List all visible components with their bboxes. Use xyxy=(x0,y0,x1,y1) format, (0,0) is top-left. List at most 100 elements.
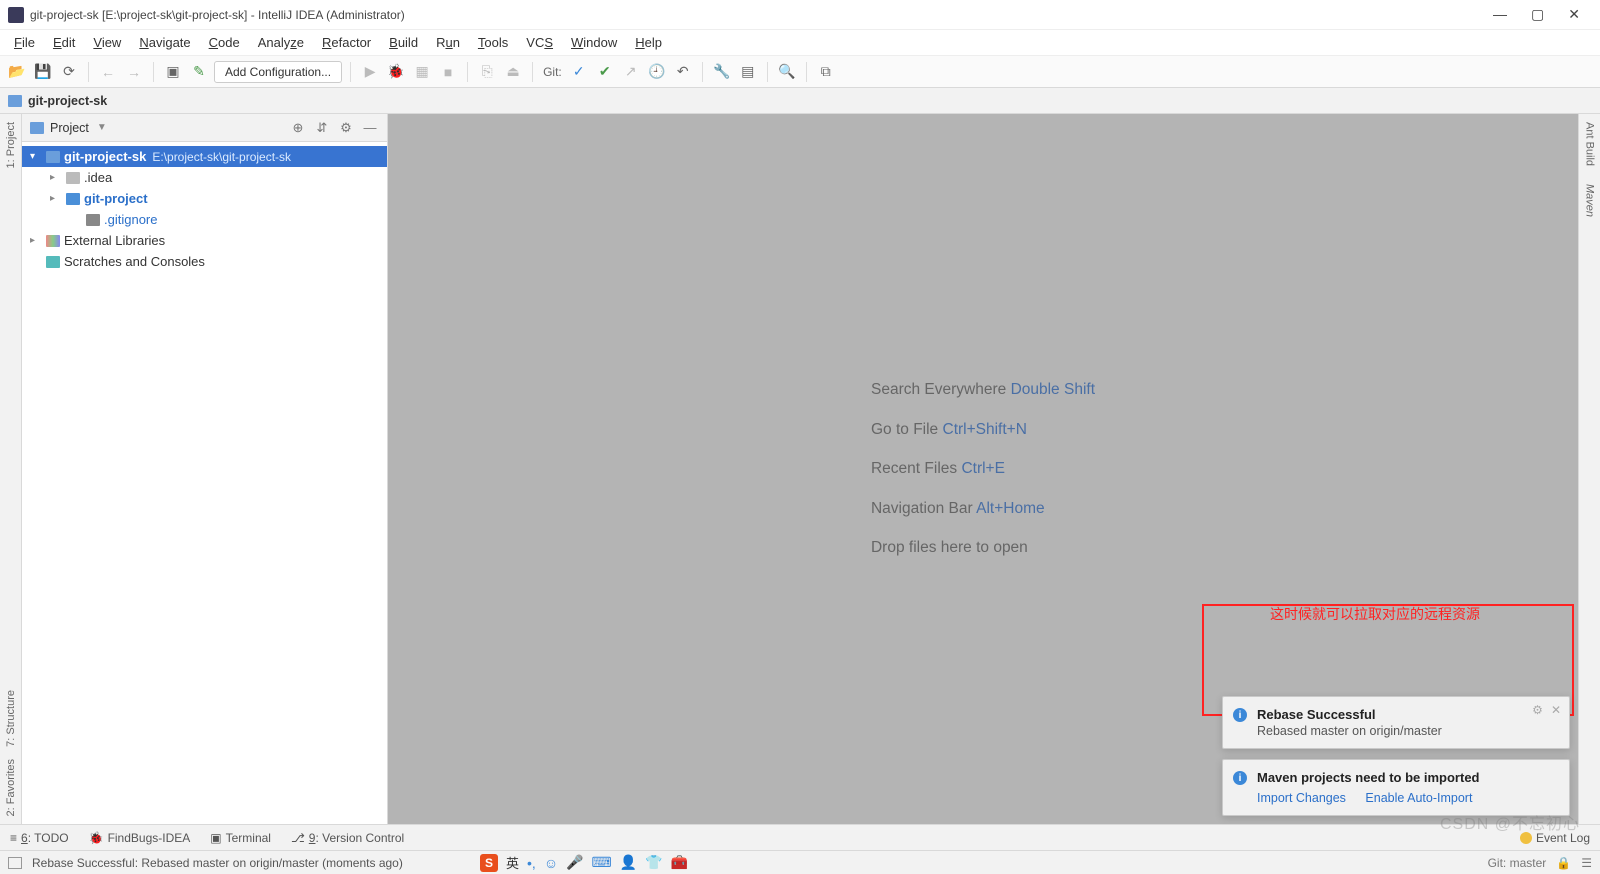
run-config-dropdown[interactable]: Add Configuration... xyxy=(214,61,342,83)
coverage-icon[interactable]: ▦ xyxy=(411,61,433,83)
folder-icon xyxy=(30,122,44,134)
tool-terminal-tab[interactable]: ▣ Terminal xyxy=(210,831,271,845)
tool-favorites-tab[interactable]: 2: Favorites xyxy=(5,759,17,816)
menu-run[interactable]: Run xyxy=(428,33,468,52)
project-structure-icon[interactable]: ▤ xyxy=(737,61,759,83)
menu-vcs[interactable]: VCS xyxy=(518,33,561,52)
chevron-right-icon[interactable]: ▸ xyxy=(30,235,42,246)
file-icon xyxy=(86,214,100,226)
menu-edit[interactable]: Edit xyxy=(45,33,83,52)
close-icon[interactable]: ✕ xyxy=(1551,703,1561,717)
ime-mic-icon[interactable]: 🎤 xyxy=(566,854,583,871)
ime-icon[interactable]: •, xyxy=(527,855,536,871)
status-icon[interactable] xyxy=(8,857,22,869)
tree-item-external-libraries[interactable]: ▸ External Libraries xyxy=(22,230,387,251)
notification-title: Maven projects need to be imported xyxy=(1257,770,1557,785)
event-log-tab[interactable]: Event Log xyxy=(1520,831,1590,845)
minimize-button[interactable]: — xyxy=(1493,6,1507,23)
folder-icon xyxy=(66,193,80,205)
tool-maven-tab[interactable]: Maven xyxy=(1584,184,1596,217)
tool-structure-tab[interactable]: 7: Structure xyxy=(5,690,17,747)
open-icon[interactable]: 📂 xyxy=(6,61,28,83)
editor-area[interactable]: Search Everywhere Double Shift Go to Fil… xyxy=(388,114,1578,824)
tree-root-name: git-project-sk xyxy=(64,149,146,164)
menu-analyze[interactable]: Analyze xyxy=(250,33,312,52)
menu-tools[interactable]: Tools xyxy=(470,33,516,52)
tree-item-idea[interactable]: ▸ .idea xyxy=(22,167,387,188)
tree-item-gitproject[interactable]: ▸ git-project xyxy=(22,188,387,209)
chevron-down-icon[interactable]: ▼ xyxy=(97,122,107,133)
git-update-icon[interactable]: ✓ xyxy=(568,61,590,83)
search-icon[interactable]: 🔍 xyxy=(776,61,798,83)
menubar: File Edit View Navigate Code Analyze Ref… xyxy=(0,30,1600,56)
menu-code[interactable]: Code xyxy=(201,33,248,52)
tool-ant-tab[interactable]: Ant Build xyxy=(1584,122,1596,166)
run-icon[interactable]: ▶ xyxy=(359,61,381,83)
locate-icon[interactable]: ⊕ xyxy=(289,119,307,137)
project-tree: ▾ git-project-sk E:\project-sk\git-proje… xyxy=(22,142,387,276)
git-revert-icon[interactable]: ↶ xyxy=(672,61,694,83)
git-branch-status[interactable]: Git: master xyxy=(1488,856,1547,870)
save-icon[interactable]: 💾 xyxy=(32,61,54,83)
tool-version-control-tab[interactable]: ⎇ 9: Version Control xyxy=(291,831,404,845)
ime-badge[interactable]: S xyxy=(480,854,498,872)
git-commit-icon[interactable]: ✔ xyxy=(594,61,616,83)
tool-todo-tab[interactable]: ≡ 6: TODO xyxy=(10,831,69,845)
ime-user-icon[interactable]: 👤 xyxy=(620,854,637,871)
tool-findbugs-tab[interactable]: 🐞 FindBugs-IDEA xyxy=(89,831,191,845)
link-import-changes[interactable]: Import Changes xyxy=(1257,791,1346,805)
ime-bar: S 英 •, ☺ 🎤 ⌨ 👤 👕 🧰 xyxy=(480,853,688,872)
gear-icon[interactable]: ⚙ xyxy=(1532,703,1543,717)
git-history-icon[interactable]: 🕘 xyxy=(646,61,668,83)
hammer-icon[interactable]: ✎ xyxy=(188,61,210,83)
menu-build[interactable]: Build xyxy=(381,33,426,52)
statusbar: Rebase Successful: Rebased master on ori… xyxy=(0,850,1600,874)
link-enable-auto-import[interactable]: Enable Auto-Import xyxy=(1365,791,1472,805)
maximize-button[interactable]: ▢ xyxy=(1531,6,1544,23)
project-sidebar: Project ▼ ⊕ ⇵ ⚙ — ▾ git-project-sk E:\pr… xyxy=(22,114,388,824)
stop-icon[interactable]: ■ xyxy=(437,61,459,83)
empty-editor-hints: Search Everywhere Double Shift Go to Fil… xyxy=(871,370,1095,568)
hide-icon[interactable]: — xyxy=(361,119,379,137)
titlebar: git-project-sk [E:\project-sk\git-projec… xyxy=(0,0,1600,30)
profile-icon[interactable]: ⎘ xyxy=(476,61,498,83)
menu-navigate[interactable]: Navigate xyxy=(131,33,198,52)
tree-item-gitignore[interactable]: .gitignore xyxy=(22,209,387,230)
annotation-caption: 这时候就可以拉取对应的远程资源 xyxy=(1270,604,1480,624)
collapse-icon[interactable]: ⇵ xyxy=(313,119,331,137)
back-icon[interactable]: ← xyxy=(97,61,119,83)
ime-tool-icon[interactable]: 🧰 xyxy=(671,854,688,871)
menu-window[interactable]: Window xyxy=(563,33,625,52)
tool-project-tab[interactable]: 1: Project xyxy=(5,122,17,168)
git-push-icon[interactable]: ↗ xyxy=(620,61,642,83)
gear-icon[interactable]: ⚙ xyxy=(337,119,355,137)
ime-keyboard-icon[interactable]: ⌨ xyxy=(592,854,612,871)
menu-view[interactable]: View xyxy=(85,33,129,52)
debug-icon[interactable]: 🐞 xyxy=(385,61,407,83)
attach-icon[interactable]: ⏏ xyxy=(502,61,524,83)
settings-icon[interactable]: 🔧 xyxy=(711,61,733,83)
close-button[interactable]: ✕ xyxy=(1568,6,1580,23)
project-view-selector[interactable]: Project xyxy=(50,121,89,135)
more-icon[interactable]: ⧉ xyxy=(815,61,837,83)
tree-item-scratches[interactable]: Scratches and Consoles xyxy=(22,251,387,272)
breadcrumb-root[interactable]: git-project-sk xyxy=(28,94,107,108)
tree-root-path: E:\project-sk\git-project-sk xyxy=(152,150,291,164)
chevron-right-icon[interactable]: ▸ xyxy=(50,193,62,204)
tree-root[interactable]: ▾ git-project-sk E:\project-sk\git-proje… xyxy=(22,146,387,167)
hector-icon[interactable]: ☰ xyxy=(1581,856,1592,870)
run-select-icon[interactable]: ▣ xyxy=(162,61,184,83)
ime-skin-icon[interactable]: 👕 xyxy=(645,854,662,871)
refresh-icon[interactable]: ⟳ xyxy=(58,61,80,83)
menu-refactor[interactable]: Refactor xyxy=(314,33,379,52)
chevron-down-icon[interactable]: ▾ xyxy=(30,151,42,162)
notification-title: Rebase Successful xyxy=(1257,707,1557,722)
forward-icon[interactable]: → xyxy=(123,61,145,83)
lock-icon[interactable]: 🔒 xyxy=(1556,856,1571,870)
menu-file[interactable]: File xyxy=(6,33,43,52)
menu-help[interactable]: Help xyxy=(627,33,670,52)
git-label: Git: xyxy=(543,65,562,79)
ime-emoji-icon[interactable]: ☺ xyxy=(544,855,558,871)
ime-lang[interactable]: 英 xyxy=(506,853,519,872)
chevron-right-icon[interactable]: ▸ xyxy=(50,172,62,183)
